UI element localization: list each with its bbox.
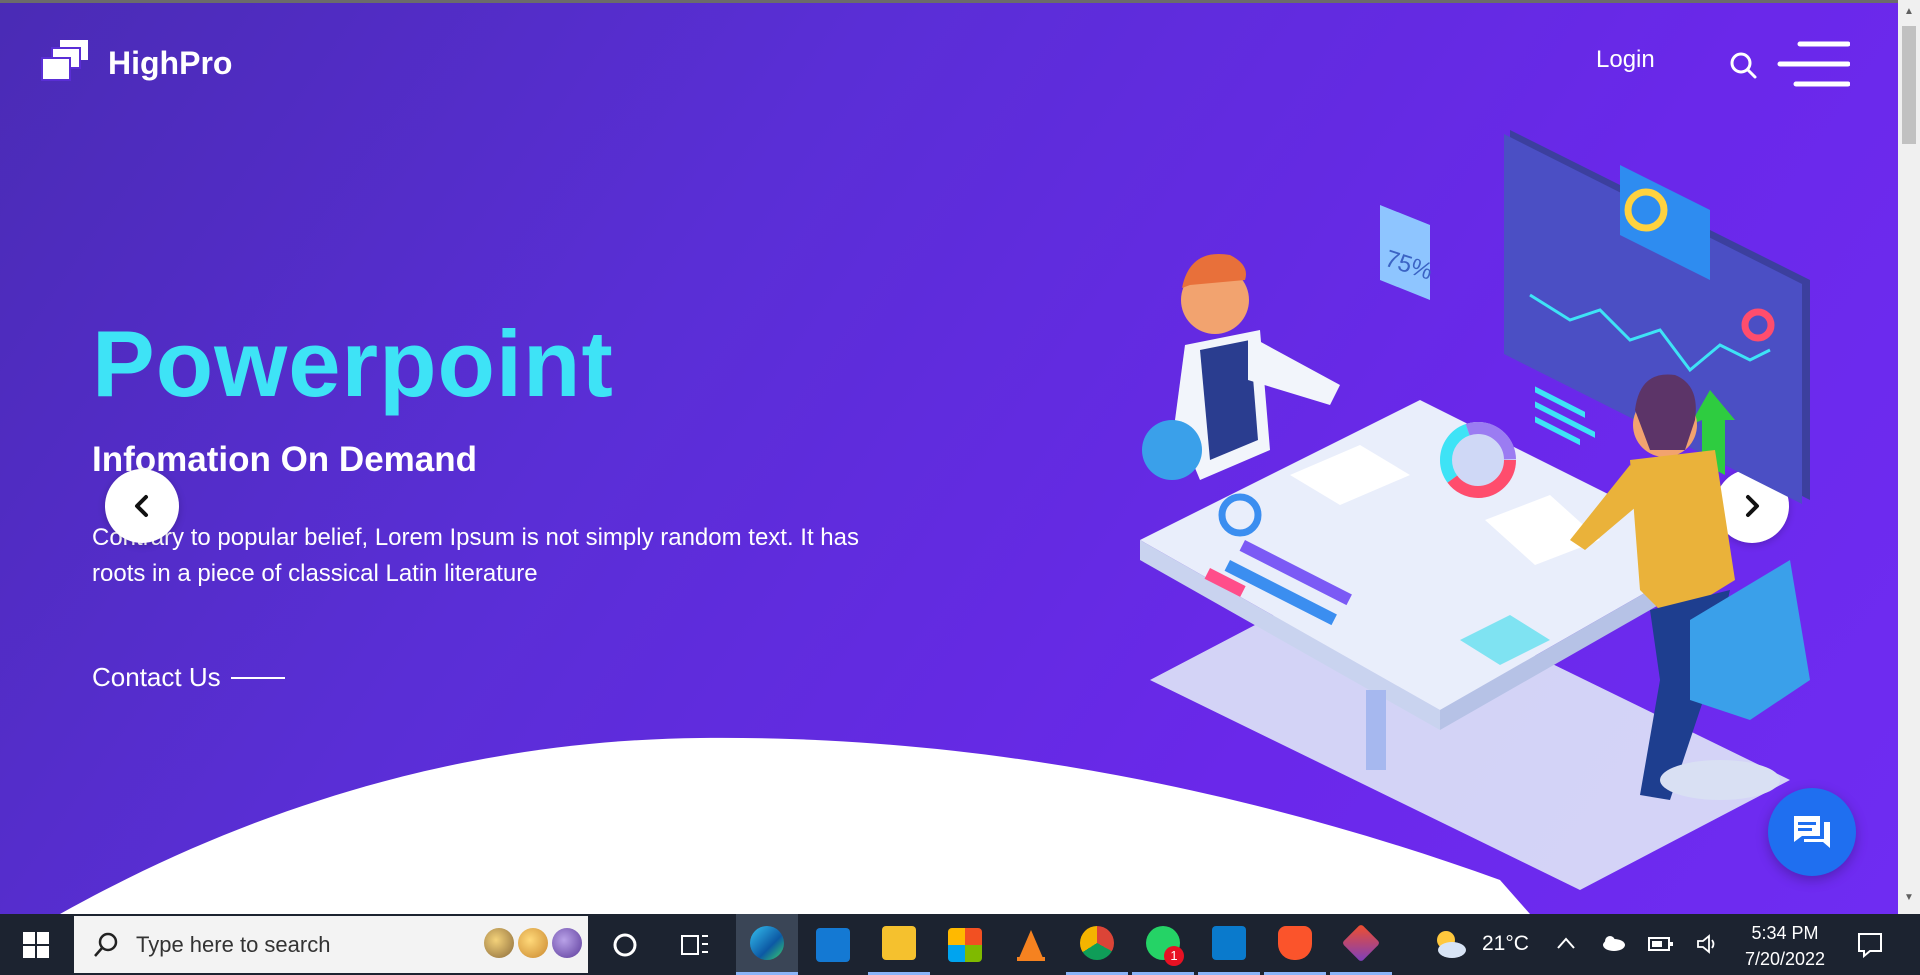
store-taskbar-button[interactable] xyxy=(934,914,996,975)
contact-us-label: Contact Us xyxy=(92,662,221,692)
mail-icon xyxy=(816,927,850,962)
contact-us-link[interactable]: Contact Us xyxy=(92,662,285,693)
git-taskbar-button[interactable] xyxy=(1330,914,1392,975)
cortana-circle-icon xyxy=(613,933,637,956)
chevron-left-icon xyxy=(135,495,148,517)
site-logo[interactable]: HighPro xyxy=(38,40,232,86)
vscode-taskbar-button[interactable] xyxy=(1198,914,1260,975)
chat-button[interactable] xyxy=(1768,788,1856,876)
clock-date: 7/20/2022 xyxy=(1744,949,1826,969)
battery-icon[interactable] xyxy=(1648,936,1674,952)
scroll-up-arrow-icon[interactable]: ▲ xyxy=(1898,6,1920,22)
hamburger-menu-icon[interactable] xyxy=(1776,40,1850,88)
system-clock[interactable]: 5:34 PM 7/20/2022 xyxy=(1730,920,1840,972)
scroll-down-arrow-icon[interactable]: ▼ xyxy=(1898,892,1920,908)
whatsapp-taskbar-button[interactable]: 1 xyxy=(1132,914,1194,975)
moon-icon xyxy=(518,928,548,958)
page-scrollbar[interactable]: ▲ ▼ xyxy=(1898,0,1920,914)
search-placeholder: Type here to search xyxy=(136,931,331,957)
notification-badge: 1 xyxy=(1164,946,1184,966)
vlc-taskbar-button[interactable] xyxy=(1000,914,1062,975)
browser-top-edge xyxy=(0,0,1898,3)
vlc-cone-icon xyxy=(1017,929,1045,961)
git-icon xyxy=(1341,923,1381,963)
folder-icon xyxy=(882,926,916,960)
chat-bubbles-icon xyxy=(1794,816,1830,848)
windows-logo-icon xyxy=(23,931,49,958)
search-icon xyxy=(94,932,118,957)
browser-viewport: HighPro Login Powerpoint Infomation On D… xyxy=(0,0,1898,914)
store-icon xyxy=(948,927,982,962)
weather-cloud-icon xyxy=(1437,931,1466,958)
hero-title: Powerpoint xyxy=(92,311,614,416)
chrome-icon xyxy=(1080,926,1114,960)
clock-time: 5:34 PM xyxy=(1751,923,1819,943)
weather-temperature: 21°C xyxy=(1482,932,1529,955)
hero-description: Contrary to popular belief, Lorem Ipsum … xyxy=(92,524,860,587)
meeting-illustration: 75% xyxy=(1140,130,1810,890)
contact-underline xyxy=(230,676,285,679)
onedrive-cloud-icon[interactable] xyxy=(1600,934,1626,952)
scrollbar-thumb[interactable] xyxy=(1902,26,1916,144)
search-highlight-moons xyxy=(484,928,582,958)
login-link[interactable]: Login xyxy=(1596,46,1655,74)
chevron-up-icon[interactable] xyxy=(1556,936,1576,950)
mail-taskbar-button[interactable] xyxy=(802,914,864,975)
notifications-icon[interactable] xyxy=(1856,931,1884,959)
start-button[interactable] xyxy=(0,914,72,975)
task-view-icon xyxy=(681,934,708,955)
chrome-taskbar-button[interactable] xyxy=(1066,914,1128,975)
stacked-pages-icon xyxy=(41,40,88,81)
task-view-button[interactable] xyxy=(664,914,726,975)
file-explorer-taskbar-button[interactable] xyxy=(868,914,930,975)
taskbar-search-box[interactable]: Type here to search xyxy=(74,916,588,973)
edge-taskbar-button[interactable] xyxy=(736,914,798,975)
search-icon[interactable] xyxy=(1728,50,1758,80)
cortana-button[interactable] xyxy=(594,914,656,975)
vscode-icon xyxy=(1212,926,1246,960)
brave-lion-icon xyxy=(1278,926,1312,960)
speaker-icon[interactable] xyxy=(1696,934,1720,954)
brave-taskbar-button[interactable] xyxy=(1264,914,1326,975)
carousel-prev-button[interactable] xyxy=(105,469,179,543)
windows-taskbar: Type here to search 1 21°C 5:34 PM 7/20/… xyxy=(0,914,1920,975)
brand-name: HighPro xyxy=(108,44,233,81)
moon-icon xyxy=(552,928,582,958)
moon-icon xyxy=(484,928,514,958)
edge-icon xyxy=(750,926,784,960)
